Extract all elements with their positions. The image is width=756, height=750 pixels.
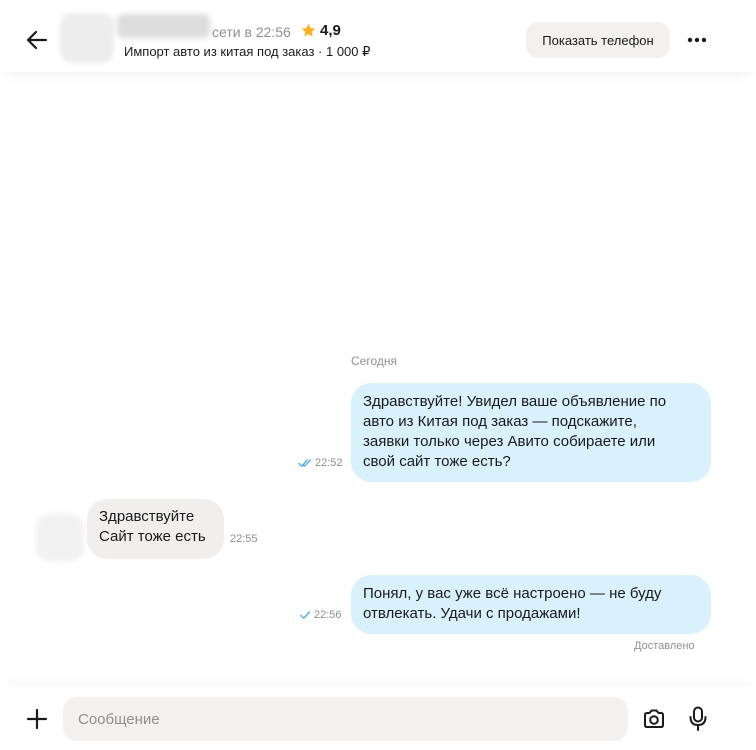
message-line: авто из Китая под заказ — подскажите, xyxy=(363,413,637,430)
plus-icon[interactable] xyxy=(26,708,48,730)
contact-avatar[interactable] xyxy=(60,13,114,63)
show-phone-button[interactable]: Показать телефон xyxy=(526,22,670,58)
incoming-message[interactable]: Здравствуйте Сайт тоже есть xyxy=(87,499,224,559)
message-meta: 22:56 xyxy=(300,609,342,621)
message-time: 22:52 xyxy=(315,457,343,469)
message-line: заявки только через Авито собираете или xyxy=(363,433,656,450)
back-arrow-icon[interactable] xyxy=(24,27,50,53)
message-composer xyxy=(0,686,756,750)
online-status: сети в 22:56 xyxy=(212,24,291,40)
message-time: 22:56 xyxy=(314,609,342,621)
message-meta: 22:52 xyxy=(298,457,343,469)
message-line: Сайт тоже есть xyxy=(99,528,206,545)
outgoing-message[interactable]: Понял, у вас уже всё настроено — не буду… xyxy=(351,575,711,634)
sender-avatar[interactable] xyxy=(36,514,84,562)
outgoing-message[interactable]: Здравствуйте! Увидел ваше объявление по … xyxy=(351,383,711,482)
microphone-icon[interactable] xyxy=(688,706,708,732)
message-line: Здравствуйте xyxy=(99,508,195,525)
single-check-icon xyxy=(300,611,311,619)
message-line: Здравствуйте! Увидел ваше объявление по xyxy=(363,393,667,410)
message-input[interactable] xyxy=(63,697,628,741)
message-line: Понял, у вас уже всё настроено — не буду xyxy=(363,585,662,602)
star-icon xyxy=(301,23,316,37)
rating-value: 4,9 xyxy=(320,22,341,39)
message-time: 22:55 xyxy=(230,533,258,545)
chat-header: сети в 22:56 4,9 Импорт авто из китая по… xyxy=(0,0,756,72)
message-meta: 22:55 xyxy=(230,533,258,545)
message-line: отвлекать. Удачи с продажами! xyxy=(363,605,581,622)
listing-title[interactable]: Импорт авто из китая под заказ · 1 000 ₽ xyxy=(124,44,370,60)
delivery-status: Доставлено xyxy=(634,640,695,652)
double-check-icon xyxy=(298,459,312,467)
camera-icon[interactable] xyxy=(642,708,666,730)
message-line: свой сайт тоже есть? xyxy=(363,453,511,470)
more-icon[interactable] xyxy=(684,30,710,50)
contact-name[interactable] xyxy=(117,14,210,38)
date-separator: Сегодня xyxy=(351,354,397,368)
seller-rating: 4,9 xyxy=(300,22,341,39)
